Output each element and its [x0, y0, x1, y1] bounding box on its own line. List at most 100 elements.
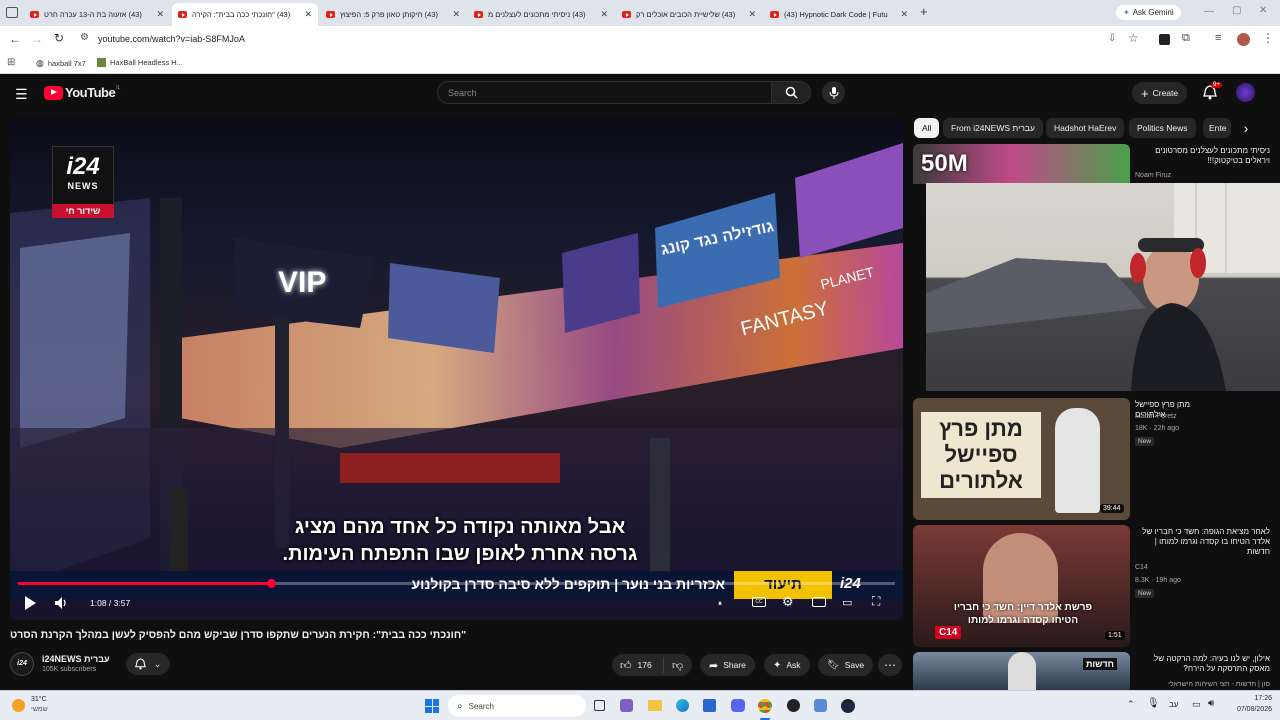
chip-all[interactable]: All — [914, 118, 940, 138]
pause-autoplay-icon[interactable]: ⏸ — [718, 599, 722, 609]
chip-politics[interactable]: Politics News — [1129, 118, 1196, 138]
language-indicator[interactable]: עב — [1169, 700, 1178, 709]
browser-tab-5[interactable]: (43) Hypnotic Dark Code | Futu ✕ — [764, 3, 914, 26]
fullscreen-icon[interactable]: ⛶ — [872, 594, 880, 609]
extension-icon[interactable] — [1159, 34, 1170, 45]
app-icon[interactable] — [787, 699, 800, 712]
profile-avatar[interactable] — [1237, 33, 1250, 46]
tab-title: (43) אזעוה בת ה-13 עכרה חרט — [44, 10, 142, 19]
notifications-button[interactable]: 9+ — [1203, 82, 1222, 101]
microphone-tray-icon[interactable]: 🎙︎ — [1147, 698, 1160, 709]
bell-icon — [134, 658, 146, 670]
minimize-window-icon[interactable]: — — [1204, 6, 1214, 17]
tray-chevron-icon[interactable]: ⌃ — [1127, 699, 1135, 710]
media-control-icon[interactable]: ≡ — [1215, 32, 1221, 44]
create-button[interactable]: + Create — [1132, 82, 1188, 104]
close-window-icon[interactable]: ✕ — [1259, 5, 1267, 16]
browser-tab-4[interactable]: (43) שלישיית הכובים אוכלים רק ✕ — [616, 3, 762, 26]
tab-strip-icon[interactable] — [6, 7, 18, 18]
save-button[interactable]: 🔖︎ Save — [818, 654, 874, 676]
teams-icon[interactable] — [620, 699, 633, 712]
chip-hadshot[interactable]: Hadshot HaErev — [1046, 118, 1125, 138]
channel-name[interactable]: i24NEWS עברית — [42, 654, 110, 664]
browser-tab-0[interactable]: (43) אזעוה בת ה-13 עכרה חרט ✕ — [24, 3, 170, 26]
tab-close-icon[interactable]: ✕ — [600, 9, 608, 20]
back-icon[interactable]: ← — [9, 32, 21, 46]
menu-icon[interactable]: ☰ — [15, 86, 28, 103]
app-icon[interactable] — [814, 699, 827, 712]
chip-channel[interactable]: From i24NEWS עברית — [943, 118, 1043, 138]
volume-tray-icon[interactable]: 🔊︎ — [1208, 698, 1214, 709]
sidebar-video-1[interactable]: מתן פרץ ספיישל אלתורים 39:44 מתן פרץ ספי… — [913, 398, 1273, 520]
site-info-icon[interactable]: ⚙ — [80, 32, 89, 43]
video-thumbnail: פרשת אלדר דיין: חשד כי חבריו הטיחו קסדה … — [913, 525, 1130, 647]
chrome-icon[interactable] — [758, 699, 772, 713]
play-button[interactable] — [24, 596, 38, 610]
bookmark-star-icon[interactable]: ☆ — [1128, 31, 1139, 45]
volume-button[interactable] — [54, 596, 68, 610]
sidebar-video-3[interactable]: חדשות אילון, יש לנו בעיה: למה הרקטה של מ… — [913, 652, 1273, 690]
cast-icon[interactable]: ▭ — [842, 596, 852, 609]
clock-time[interactable]: 17:26 — [1240, 695, 1272, 702]
youtube-logo[interactable]: YouTube IL — [44, 85, 120, 100]
browser-tab-2[interactable]: (43) חיקותן טאון פרק 5: הפיצוץ ✕ — [320, 3, 466, 26]
sidebar-video-2[interactable]: פרשת אלדר דיין: חשד כי חבריו הטיחו קסדה … — [913, 525, 1273, 647]
new-tab-button[interactable]: + — [920, 4, 928, 19]
tab-close-icon[interactable]: ✕ — [900, 9, 908, 20]
share-button[interactable]: ➦ Share — [700, 654, 755, 676]
tab-close-icon[interactable]: ✕ — [156, 9, 164, 20]
captions-icon[interactable]: CC — [752, 597, 766, 607]
channel-avatar[interactable]: i24 — [10, 652, 34, 676]
store-icon[interactable] — [703, 699, 716, 712]
network-icon[interactable]: ▭ — [1192, 699, 1201, 710]
bookmark-item[interactable]: ◍ haxball 7x7 — [36, 58, 86, 69]
chevron-down-icon: ⌄ — [153, 658, 162, 669]
file-explorer-icon[interactable] — [648, 700, 662, 711]
edge-icon[interactable] — [676, 699, 689, 712]
account-avatar[interactable] — [1236, 83, 1255, 102]
subscribe-notify-button[interactable]: ⌄ — [126, 653, 170, 675]
task-view-icon[interactable] — [594, 700, 605, 711]
chevron-right-icon[interactable]: › — [1236, 119, 1256, 139]
sidebar-video-0[interactable]: 50M ניסיתי מתכונים לעצלנים מסרטונים וירא… — [913, 144, 1273, 184]
discord-icon[interactable] — [731, 699, 745, 712]
miniplayer-icon[interactable] — [812, 597, 826, 607]
clock-date[interactable]: 07/08/2026 — [1228, 706, 1272, 713]
taskbar-search[interactable]: ⌕ Search — [448, 695, 586, 717]
chip-ente[interactable]: Ente — [1203, 118, 1231, 138]
time-display: 1:08 / 3:57 — [90, 598, 131, 608]
browser-menu-icon[interactable]: ⋮ — [1262, 31, 1274, 45]
reload-icon[interactable]: ↻ — [54, 31, 64, 45]
steam-icon[interactable] — [841, 699, 855, 713]
apps-grid-icon[interactable]: ⊞ — [7, 57, 15, 68]
dislike-button[interactable]: 👎︎ — [664, 659, 683, 672]
logo-text: YouTube — [65, 85, 116, 100]
more-actions-button[interactable]: ⋯ — [878, 654, 902, 676]
new-badge: New — [1135, 589, 1155, 598]
start-button[interactable] — [425, 699, 439, 713]
search-button[interactable] — [771, 81, 811, 104]
sidebar-channel: סון | חדשות - חצי השיחות הישראלי — [1168, 681, 1270, 688]
progress-track[interactable] — [18, 579, 895, 588]
ask-gemini-button[interactable]: ✦ Ask Gemini — [1116, 5, 1181, 20]
browser-tab-3[interactable]: (43) ניסיתי מתכונים לעצלנים מ ✕ — [468, 3, 614, 26]
address-bar[interactable]: youtube.com/watch?v=iab-S8FMJoA — [98, 34, 245, 44]
voice-search-button[interactable] — [822, 81, 845, 104]
volume-icon — [55, 597, 66, 609]
install-app-icon[interactable]: ⇩ — [1108, 33, 1116, 44]
bookmark-item[interactable]: HaxBall Headless H... — [97, 58, 183, 67]
settings-gear-icon[interactable]: ⚙ — [782, 594, 794, 610]
like-dislike-group: 👍︎ 176 👎︎ — [612, 654, 692, 676]
browser-tab-1[interactable]: (43) "חונכתי ככה בבית": הקירה ✕ — [172, 3, 318, 26]
video-player[interactable]: VIP גודזילה נגד קונג PLANET FANTASY i24 … — [10, 118, 903, 620]
maximize-window-icon[interactable]: ▢ — [1232, 5, 1241, 16]
forward-icon[interactable]: → — [31, 32, 43, 46]
tab-close-icon[interactable]: ✕ — [304, 9, 312, 20]
search-input[interactable]: Search — [437, 81, 771, 104]
weather-icon[interactable] — [12, 699, 25, 712]
like-button[interactable]: 👍︎ 176 — [612, 657, 664, 673]
ask-button[interactable]: ✦ Ask — [764, 654, 810, 676]
tab-close-icon[interactable]: ✕ — [452, 9, 460, 20]
extensions-puzzle-icon[interactable]: ⧉ — [1182, 32, 1190, 45]
tab-close-icon[interactable]: ✕ — [748, 9, 756, 20]
